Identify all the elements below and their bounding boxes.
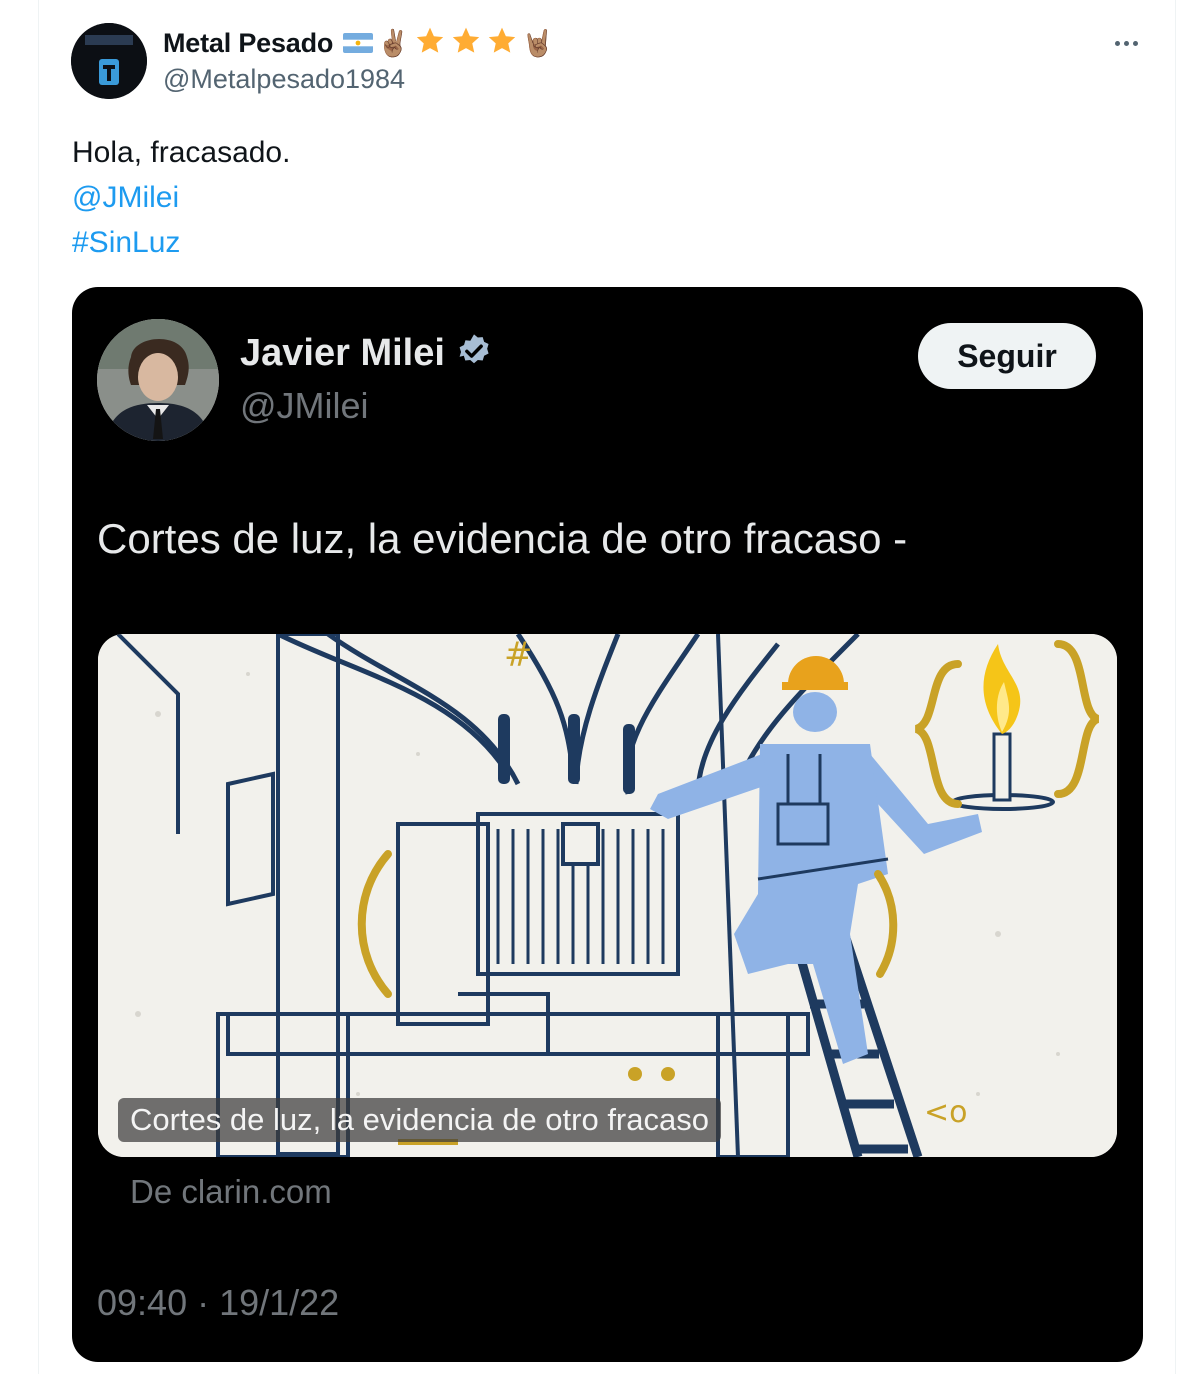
tweet-body: Hola, fracasado. @JMilei #SinLuz	[72, 130, 290, 265]
embedded-handle[interactable]: @JMilei	[240, 385, 369, 427]
embedded-tweet-text: Cortes de luz, la evidencia de otro frac…	[97, 515, 908, 562]
author-display-name[interactable]: Metal Pesado	[163, 28, 333, 59]
victory-hand-icon: ✌🏽	[377, 28, 410, 58]
follow-button[interactable]: Seguir	[918, 323, 1096, 389]
verified-badge-icon	[455, 332, 493, 375]
svg-text:#: #	[504, 635, 533, 675]
embedded-author-row: Javier Milei	[240, 332, 493, 375]
svg-text:<o: <o	[924, 1095, 968, 1130]
electrician-illustration: # <o	[98, 634, 1117, 1157]
rock-hand-icon: 🤘🏽	[521, 28, 554, 58]
star-icon	[450, 25, 482, 62]
media-caption: Cortes de luz, la evidencia de otro frac…	[118, 1098, 721, 1142]
author-handle[interactable]: @Metalpesado1984	[163, 64, 405, 95]
mention-link[interactable]: @JMilei	[72, 175, 290, 220]
embedded-avatar[interactable]	[97, 319, 219, 441]
hashtag-link[interactable]: #SinLuz	[72, 220, 290, 265]
embedded-timestamp[interactable]: 09:40 · 19/1/22	[97, 1282, 339, 1324]
star-icon	[486, 25, 518, 62]
embedded-display-name[interactable]: Javier Milei	[240, 332, 445, 375]
tweet-text: Hola, fracasado.	[72, 136, 291, 169]
link-preview-image[interactable]: # <o Cortes de luz, la evidencia de otro…	[98, 634, 1117, 1157]
profile-avatar[interactable]	[71, 23, 147, 99]
timeline-border-left	[38, 0, 39, 1374]
link-source[interactable]: De clarin.com	[130, 1173, 332, 1211]
star-icon	[414, 25, 446, 62]
argentina-flag-icon	[343, 33, 374, 53]
author-name-row: Metal Pesado ✌🏽 🤘🏽	[163, 24, 554, 62]
timeline-border-right	[1175, 0, 1176, 1374]
more-options-icon[interactable]	[1104, 24, 1148, 62]
embedded-tweet-card[interactable]: Javier Milei @JMilei Seguir Cortes de lu…	[72, 287, 1143, 1362]
